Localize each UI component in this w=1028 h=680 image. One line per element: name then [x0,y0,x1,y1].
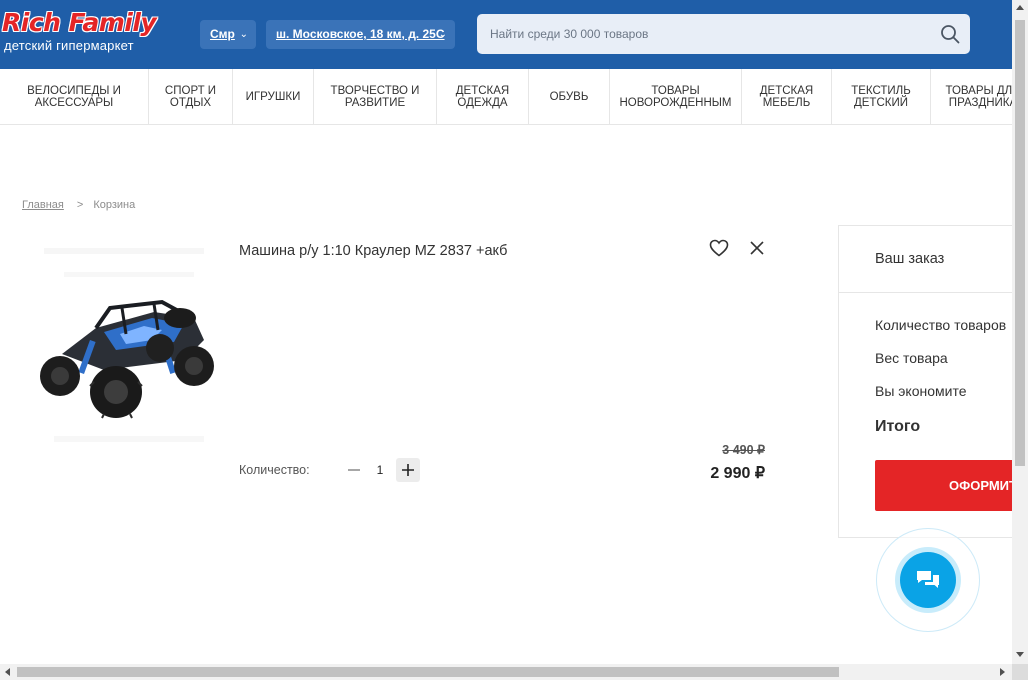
order-savings-label: Вы экономите [875,383,967,399]
logo[interactable]: Rich Family детский гипермаркет [2,9,162,59]
quantity-decrease-button[interactable] [342,458,366,482]
chat-icon [917,571,939,588]
city-label: Смр [210,27,235,41]
category-bicycles[interactable]: ВЕЛОСИПЕДЫ И АКСЕССУАРЫ [0,69,149,124]
breadcrumb-current: Корзина [93,199,136,211]
checkout-button[interactable]: ОФОРМИТЬ [875,460,1012,511]
order-summary-header: Ваш заказ [839,226,1012,293]
category-shoes[interactable]: ОБУВЬ [529,69,610,124]
product-image[interactable] [34,236,217,479]
scroll-up-arrow-icon[interactable] [1016,5,1024,10]
breadcrumb-home[interactable]: Главная [22,199,64,211]
category-clothing[interactable]: ДЕТСКАЯ ОДЕЖДА [437,69,529,124]
order-weight-label: Вес товара [875,350,948,366]
scroll-right-arrow-icon[interactable] [1000,668,1005,676]
category-nav: ВЕЛОСИПЕДЫ И АКСЕССУАРЫ СПОРТ И ОТДЫХ ИГ… [0,69,1012,125]
breadcrumb: Главная > Корзина [22,199,135,211]
category-sport[interactable]: СПОРТ И ОТДЫХ [149,69,233,124]
search-input[interactable] [477,14,927,54]
category-furniture[interactable]: ДЕТСКАЯ МЕБЕЛЬ [742,69,832,124]
quantity-value[interactable]: 1 [372,463,388,477]
chevron-right-icon: > [76,199,84,211]
product-title[interactable]: Машина р/у 1:10 Краулер MZ 2837 +акб [239,243,507,259]
category-creativity[interactable]: ТВОРЧЕСТВО И РАЗВИТИЕ [314,69,437,124]
old-price: 3 490 ₽ [722,443,765,457]
chat-widget [876,528,980,632]
category-textile[interactable]: ТЕКСТИЛЬ ДЕТСКИЙ [832,69,931,124]
close-icon[interactable] [747,238,767,258]
quantity-label: Количество: [239,463,310,477]
order-items-count-label: Количество товаров [875,317,1007,333]
chat-button[interactable] [900,552,956,608]
heart-icon[interactable] [708,237,730,259]
chevron-down-icon: ⌄ [239,29,248,40]
chat-widget-halo [895,547,961,613]
search-icon[interactable] [940,24,960,44]
scrollbar-corner [1012,664,1028,680]
quantity-increase-button[interactable] [396,458,420,482]
store-address-label: ш. Московское, 18 км, д. 25С [276,27,445,41]
search-box [477,14,970,54]
city-selector[interactable]: Смр ⌄ [200,20,256,49]
order-summary: Ваш заказ Количество товаров Вес товара … [838,225,1012,538]
page: Rich Family детский гипермаркет Смр ⌄ ш.… [0,0,1012,664]
category-toys[interactable]: ИГРУШКИ [233,69,314,124]
logo-subtitle: детский гипермаркет [4,38,134,53]
vertical-scrollbar[interactable] [1012,0,1028,664]
horizontal-scroll-thumb[interactable] [17,667,839,677]
category-holiday[interactable]: ТОВАРЫ ДЛЯ ПРАЗДНИКА [931,69,1012,124]
category-newborn[interactable]: ТОВАРЫ НОВОРОЖДЕННЫМ [610,69,742,124]
scroll-down-arrow-icon[interactable] [1016,652,1024,657]
logo-title: Rich Family [2,8,157,37]
scroll-left-arrow-icon[interactable] [5,668,10,676]
chevron-down-icon: ⌄ [438,29,447,40]
header: Rich Family детский гипермаркет Смр ⌄ ш.… [0,0,1012,69]
order-summary-title: Ваш заказ [875,251,945,267]
order-total-label: Итого [875,418,921,435]
horizontal-scrollbar[interactable] [0,664,1012,680]
current-price: 2 990 ₽ [710,465,765,482]
vertical-scroll-thumb[interactable] [1015,20,1025,466]
store-address-selector[interactable]: ш. Московское, 18 км, д. 25С ⌄ [266,20,455,49]
